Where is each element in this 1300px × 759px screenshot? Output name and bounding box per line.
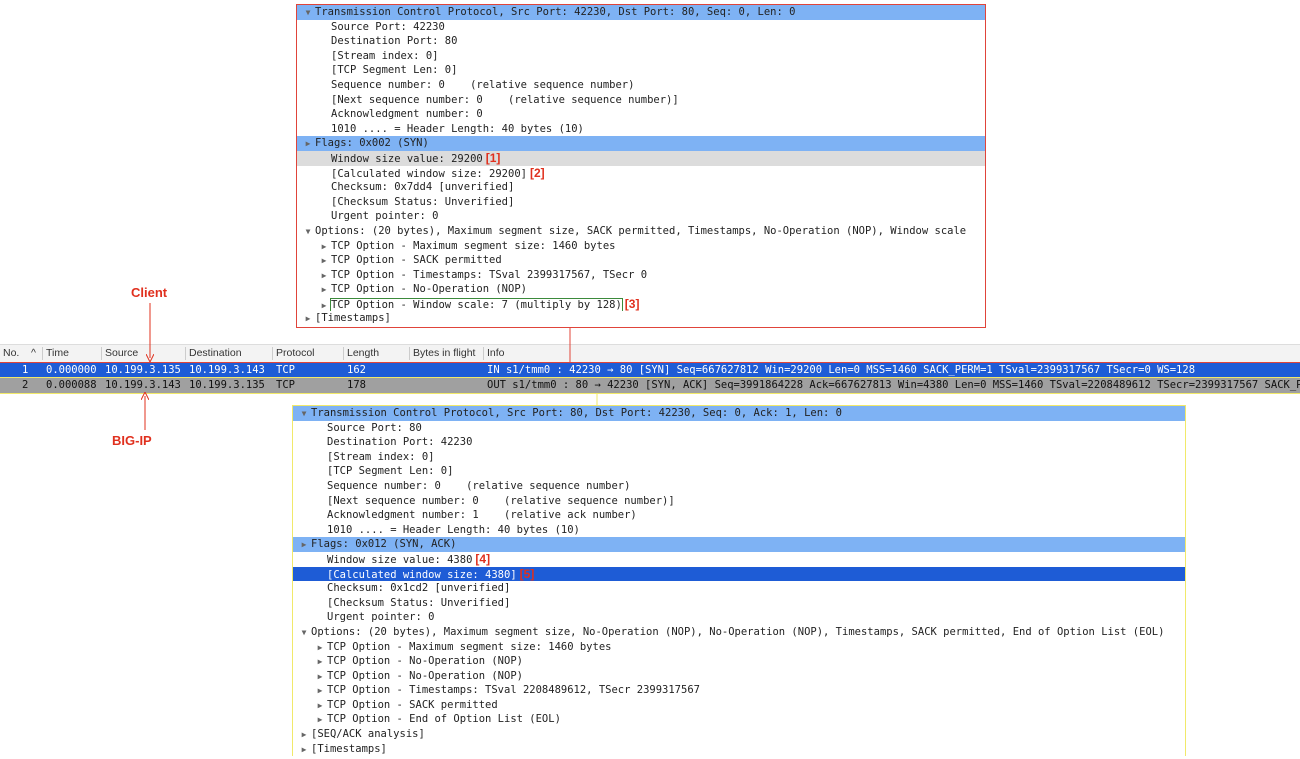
client-label: Client: [131, 285, 168, 300]
annotation-arrows: [0, 303, 598, 430]
bigip-label: BIG-IP: [112, 433, 152, 448]
